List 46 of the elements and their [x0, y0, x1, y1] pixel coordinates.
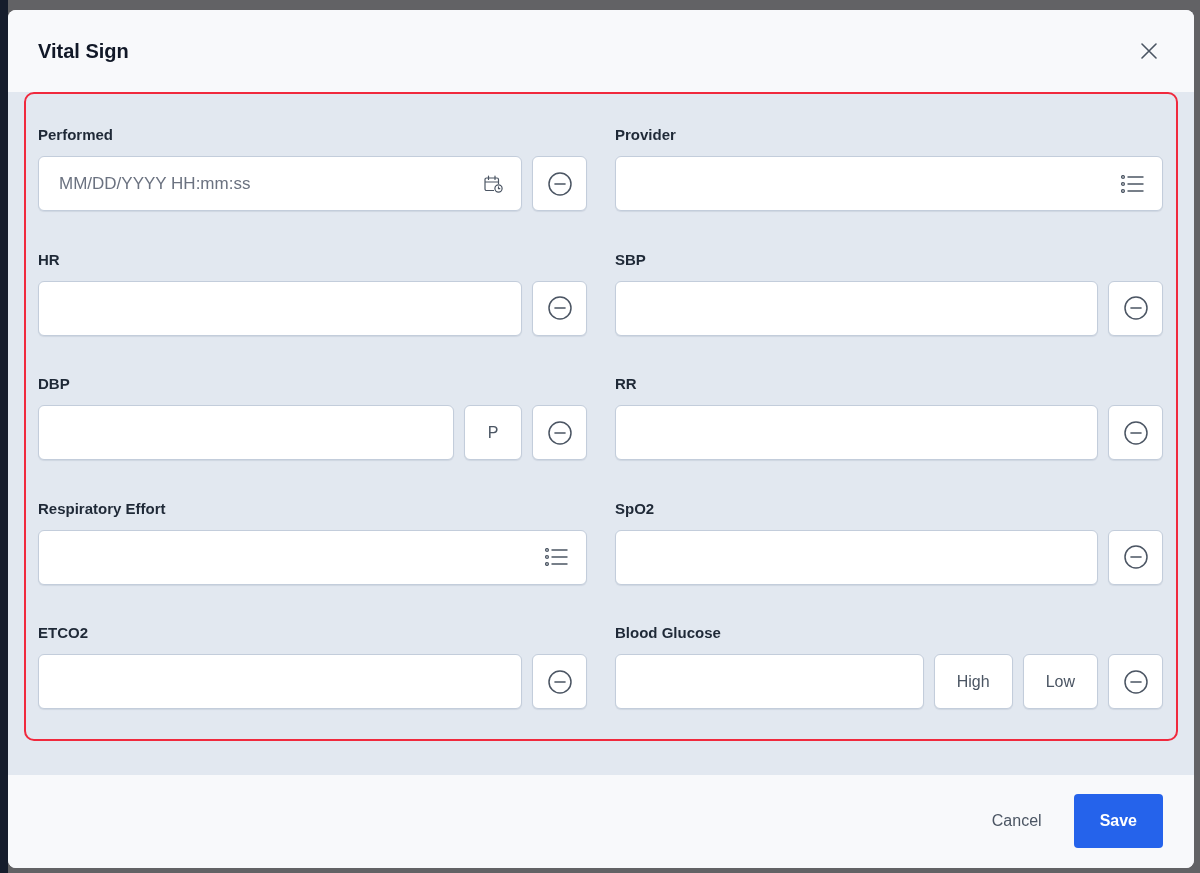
- minus-circle-icon: [1123, 420, 1148, 445]
- field-label: DBP: [38, 374, 70, 394]
- select-field[interactable]: [38, 529, 587, 585]
- field-label: SpO2: [615, 498, 655, 519]
- select-field[interactable]: [615, 156, 1163, 211]
- minus-circle-icon: [1123, 669, 1148, 694]
- field-label: SBP: [615, 249, 646, 270]
- text-field[interactable]: [38, 405, 454, 460]
- text-field[interactable]: [615, 654, 924, 709]
- calendar-clock-icon: [484, 174, 503, 193]
- field-label: ETCO2: [38, 623, 88, 643]
- remove-button[interactable]: [1108, 280, 1163, 336]
- minus-circle-icon: [547, 420, 572, 445]
- field-label: Performed: [38, 125, 114, 145]
- text-field[interactable]: [615, 529, 1098, 585]
- datetime-field[interactable]: MM/DD/YYYY HH:mm:ss: [38, 156, 522, 211]
- field-label: Provider: [615, 125, 676, 145]
- text-field[interactable]: [38, 654, 522, 709]
- close-icon: [1141, 43, 1157, 59]
- remove-button[interactable]: [1108, 654, 1163, 709]
- remove-button[interactable]: [532, 654, 587, 709]
- remove-button[interactable]: [532, 405, 587, 460]
- list-icon: [545, 548, 568, 566]
- minus-circle-icon: [547, 171, 572, 196]
- remove-button[interactable]: [532, 280, 587, 336]
- remove-button[interactable]: [1108, 405, 1163, 460]
- field-label: Blood Glucose: [615, 623, 721, 643]
- cancel-button[interactable]: Cancel: [975, 794, 1058, 848]
- remove-button[interactable]: [1108, 529, 1163, 585]
- option-button[interactable]: Low: [1022, 654, 1098, 709]
- text-field[interactable]: [615, 405, 1098, 460]
- minus-circle-icon: [1123, 296, 1148, 320]
- text-field[interactable]: [615, 280, 1098, 336]
- field-label: HR: [38, 249, 60, 270]
- list-icon: [1121, 174, 1144, 193]
- minus-circle-icon: [1123, 545, 1148, 569]
- remove-button[interactable]: [532, 156, 587, 211]
- option-button[interactable]: P: [464, 405, 522, 460]
- option-button[interactable]: High: [933, 654, 1013, 709]
- minus-circle-icon: [547, 296, 572, 320]
- field-label: Respiratory Effort: [38, 498, 166, 519]
- save-button[interactable]: Save: [1073, 794, 1163, 848]
- minus-circle-icon: [547, 669, 572, 694]
- field-label: RR: [615, 374, 637, 394]
- text-field[interactable]: [38, 280, 522, 336]
- dialog-title: Vital Sign: [38, 39, 129, 63]
